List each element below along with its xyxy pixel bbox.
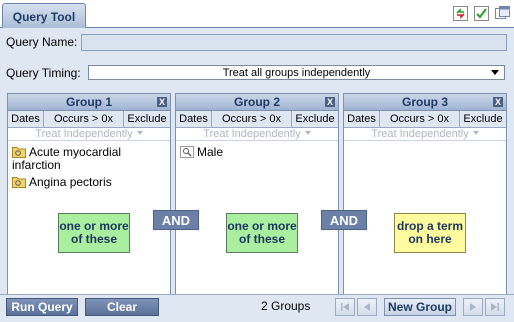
query-timing-value: Treat all groups independently [222, 66, 371, 79]
clear-button[interactable]: Clear [85, 298, 159, 316]
treat-label: Treat Independently [371, 128, 469, 140]
and-connector: AND [321, 210, 367, 230]
chevron-right-icon [470, 303, 476, 311]
first-page-icon [341, 303, 349, 311]
check-icon[interactable] [474, 6, 489, 21]
drop-hint: one or more of these [226, 213, 298, 253]
last-page-button[interactable] [485, 298, 505, 316]
group-drop-area[interactable]: Acute myocardial infarction Angina pecto… [8, 141, 170, 311]
group-title: Group 2 [233, 95, 280, 109]
group-panel-2[interactable]: Group 2 X Dates Occurs > 0x Exclude Trea… [175, 93, 339, 312]
magnifier-icon [180, 146, 194, 158]
tab-query-tool[interactable]: Query Tool [2, 3, 86, 29]
query-timing-select[interactable]: Treat all groups independently [88, 65, 505, 80]
group-title: Group 3 [401, 95, 448, 109]
term-item[interactable]: Male [180, 146, 223, 159]
term-item[interactable]: Acute myocardial infarction [12, 146, 162, 172]
chevron-down-icon [472, 131, 479, 135]
treat-select[interactable]: Treat Independently [8, 128, 170, 141]
close-icon[interactable]: X [325, 97, 335, 107]
group-drop-area[interactable]: drop a term on here [344, 141, 506, 311]
query-panel: Query Name: Query Timing: Treat all grou… [0, 28, 514, 312]
exclude-button[interactable]: Exclude [460, 111, 506, 127]
drop-hint: drop a term on here [394, 213, 466, 253]
group-options: Dates Occurs > 0x Exclude [8, 111, 170, 128]
chevron-down-icon [304, 131, 311, 135]
exclude-button[interactable]: Exclude [124, 111, 170, 127]
group-title: Group 1 [65, 95, 112, 109]
query-tool-window: Query Tool Query Name: Query Timing: Tre… [0, 0, 514, 322]
copy-window-icon[interactable] [495, 6, 510, 21]
folder-icon [12, 147, 26, 158]
dates-button[interactable]: Dates [176, 111, 212, 127]
group-options: Dates Occurs > 0x Exclude [344, 111, 506, 128]
query-timing-label: Query Timing: [6, 66, 81, 80]
sync-icon[interactable] [453, 6, 468, 21]
chevron-down-icon[interactable] [491, 70, 499, 75]
title-icons [453, 6, 510, 21]
dates-button[interactable]: Dates [8, 111, 44, 127]
group-panel-3[interactable]: Group 3 X Dates Occurs > 0x Exclude Trea… [343, 93, 507, 312]
previous-button[interactable] [357, 298, 377, 316]
footer-bar: Run Query Clear 2 Groups New Group [0, 294, 514, 322]
group-drop-area[interactable]: Male one or more of these [176, 141, 338, 311]
title-bar: Query Tool [0, 0, 514, 29]
folder-icon [12, 177, 26, 188]
query-name-label: Query Name: [6, 35, 78, 49]
chevron-left-icon [364, 303, 370, 311]
treat-label: Treat Independently [203, 128, 301, 140]
last-page-icon [491, 303, 499, 311]
treat-select[interactable]: Treat Independently [176, 128, 338, 141]
term-label: Angina pectoris [29, 175, 112, 189]
and-connector: AND [153, 210, 199, 230]
group-header: Group 2 X [176, 94, 338, 111]
occurs-button[interactable]: Occurs > 0x [380, 111, 460, 127]
term-label: Male [197, 145, 224, 159]
group-header: Group 1 X [8, 94, 170, 111]
drop-hint: one or more of these [58, 213, 130, 253]
new-group-button[interactable]: New Group [384, 298, 456, 316]
term-label: Acute myocardial infarction [12, 145, 122, 172]
chevron-down-icon [136, 131, 143, 135]
close-icon[interactable]: X [157, 97, 167, 107]
dates-button[interactable]: Dates [344, 111, 380, 127]
treat-label: Treat Independently [35, 128, 133, 140]
exclude-button[interactable]: Exclude [292, 111, 338, 127]
group-panel-1[interactable]: Group 1 X Dates Occurs > 0x Exclude Trea… [7, 93, 171, 312]
query-name-input[interactable] [81, 34, 507, 51]
close-icon[interactable]: X [493, 97, 503, 107]
occurs-button[interactable]: Occurs > 0x [212, 111, 292, 127]
first-page-button[interactable] [335, 298, 355, 316]
group-options: Dates Occurs > 0x Exclude [176, 111, 338, 128]
treat-select[interactable]: Treat Independently [344, 128, 506, 141]
next-button[interactable] [463, 298, 483, 316]
term-item[interactable]: Angina pectoris [12, 176, 112, 189]
group-header: Group 3 X [344, 94, 506, 111]
run-query-button[interactable]: Run Query [6, 298, 78, 316]
occurs-button[interactable]: Occurs > 0x [44, 111, 124, 127]
groups-count: 2 Groups [261, 299, 311, 313]
